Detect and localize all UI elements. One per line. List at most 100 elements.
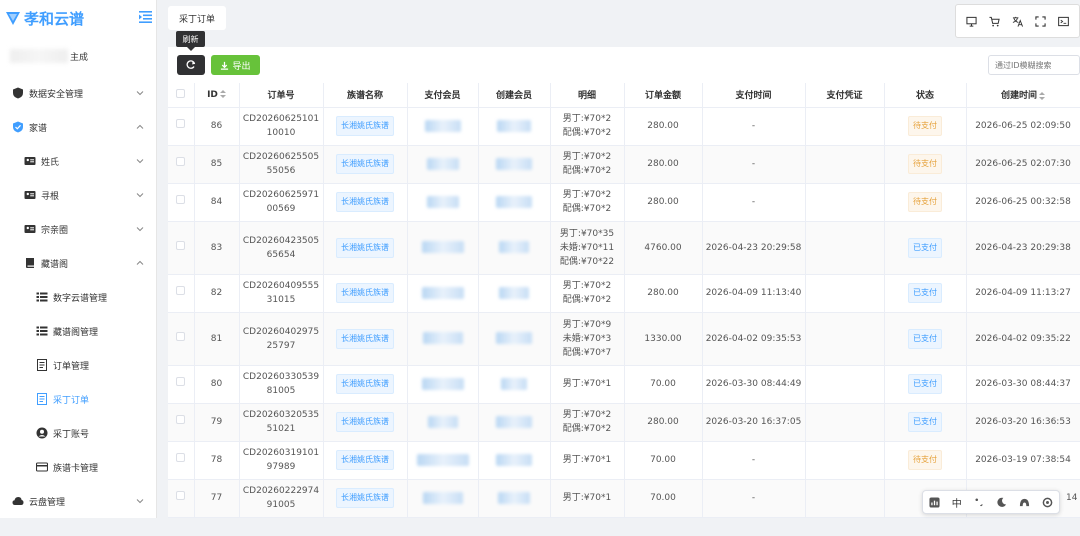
sidebar-item-0[interactable]: 数据安全管理 bbox=[0, 76, 156, 110]
pay-proof-cell bbox=[805, 365, 885, 404]
moon-icon[interactable] bbox=[996, 497, 1007, 508]
amount-cell: 70.00 bbox=[624, 441, 703, 480]
table-row[interactable]: 86 CD20260625101 10010 长湘姚氏族谱 男丁:¥70*2 配偶:¥70… bbox=[168, 107, 1080, 146]
export-button[interactable]: 导出 bbox=[211, 55, 260, 75]
header-genealogy: 族谱名称 bbox=[323, 83, 408, 108]
tab-active[interactable]: 采丁订单 bbox=[168, 6, 226, 30]
order-no-cell: CD20260423505 65654 bbox=[239, 221, 324, 275]
hat-icon[interactable] bbox=[1019, 497, 1030, 508]
sort-icon[interactable] bbox=[219, 90, 226, 99]
select-cell[interactable] bbox=[168, 107, 195, 146]
orders-table: ID 订单号 族谱名称 支付会员 创建会员 明细 订单金额 支付时间 支付凭证 … bbox=[168, 83, 1080, 518]
created-cell: 2026-06-25 02:09:50 bbox=[966, 107, 1080, 146]
sidebar-item-label: 数字云谱管理 bbox=[53, 293, 108, 304]
sidebar-item-8[interactable]: 订单管理 bbox=[0, 348, 156, 382]
table-row[interactable]: 78 CD20260319101 97989 长湘姚氏族谱 男丁:¥70*1 70.00-… bbox=[168, 441, 1080, 480]
status-cell: 待支付 bbox=[884, 441, 967, 480]
select-cell[interactable] bbox=[168, 365, 195, 404]
row-checkbox[interactable] bbox=[176, 240, 186, 250]
id-cell: 79 bbox=[194, 403, 240, 442]
header-created[interactable]: 创建时间 bbox=[966, 83, 1080, 108]
id-cell: 80 bbox=[194, 365, 240, 404]
select-cell[interactable] bbox=[168, 441, 195, 480]
status-badge: 待支付 bbox=[908, 116, 942, 136]
logo-row: 孝和云谱 bbox=[0, 0, 156, 36]
create-member-cell bbox=[478, 365, 551, 404]
detail-line: 配偶:¥70*22 bbox=[559, 256, 615, 267]
select-cell[interactable] bbox=[168, 274, 195, 313]
sidebar-item-7[interactable]: 藏谱阁管理 bbox=[0, 314, 156, 348]
sidebar-item-10[interactable]: 采丁账号 bbox=[0, 416, 156, 450]
row-checkbox[interactable] bbox=[176, 195, 186, 204]
status-cell: 已支付 bbox=[884, 365, 967, 404]
refresh-button[interactable] bbox=[177, 55, 205, 75]
order-no-line: CD20260409555 bbox=[242, 281, 320, 291]
detail-line: 未婚:¥70*3 bbox=[562, 333, 612, 344]
sidebar-item-3[interactable]: 寻根 bbox=[0, 178, 156, 212]
sidebar-item-1[interactable]: 家谱 bbox=[0, 110, 156, 144]
order-no-cell: CD20260402975 25797 bbox=[239, 312, 324, 366]
select-cell[interactable] bbox=[168, 312, 195, 366]
sidebar-item-6[interactable]: 数字云谱管理 bbox=[0, 280, 156, 314]
sidebar-item-label: 采丁账号 bbox=[53, 429, 90, 440]
pay-time-cell: 2026-03-30 08:44:49 bbox=[702, 365, 806, 404]
order-no-line: CD20260320535 bbox=[242, 410, 320, 420]
status-badge: 已支付 bbox=[908, 374, 942, 394]
table-row[interactable]: 85 CD20260625505 55056 长湘姚氏族谱 男丁:¥70*2 配偶:¥70… bbox=[168, 145, 1080, 184]
punctuation-icon[interactable] bbox=[974, 497, 985, 508]
translate-icon[interactable] bbox=[1012, 16, 1023, 27]
menu-collapse-icon[interactable] bbox=[139, 11, 152, 23]
genealogy-cell: 长湘姚氏族谱 bbox=[323, 145, 408, 184]
sidebar-item-2[interactable]: 姓氏 bbox=[0, 144, 156, 178]
table-row[interactable]: 80 CD20260330539 81005 长湘姚氏族谱 男丁:¥70*1 70.00 2… bbox=[168, 365, 1080, 404]
row-checkbox[interactable] bbox=[176, 491, 186, 500]
row-checkbox[interactable] bbox=[176, 415, 186, 424]
row-checkbox[interactable] bbox=[176, 286, 186, 295]
select-all-checkbox[interactable] bbox=[176, 88, 186, 98]
detail-line: 男丁:¥70*1 bbox=[562, 379, 612, 389]
search-input[interactable] bbox=[988, 55, 1080, 75]
table-row[interactable]: 79 CD20260320535 51021 长湘姚氏族谱 男丁:¥70*2 配偶:¥70… bbox=[168, 403, 1080, 442]
sort-icon[interactable] bbox=[1039, 91, 1045, 100]
amount-cell: 280.00 bbox=[624, 183, 703, 222]
sidebar-item-12[interactable]: 云盘管理 bbox=[0, 484, 156, 518]
select-cell[interactable] bbox=[168, 403, 195, 442]
row-checkbox[interactable] bbox=[176, 453, 186, 462]
table-row[interactable]: 84 CD20260625971 00569 长湘姚氏族谱 男丁:¥70*2 配偶:¥70… bbox=[168, 183, 1080, 222]
sidebar-item-9[interactable]: 采丁订单 bbox=[0, 382, 156, 416]
user-name: 主成 bbox=[0, 36, 156, 76]
terminal-icon[interactable] bbox=[1058, 16, 1069, 27]
id-card-icon bbox=[24, 157, 36, 165]
detail-line: 男丁:¥70*35 bbox=[559, 228, 615, 239]
select-cell[interactable] bbox=[168, 145, 195, 184]
select-cell[interactable] bbox=[168, 221, 195, 275]
pay-proof-cell bbox=[805, 312, 885, 366]
sidebar-item-5[interactable]: 藏谱阁 bbox=[0, 246, 156, 280]
pay-time-cell: 2026-04-02 09:35:53 bbox=[702, 312, 806, 366]
row-checkbox[interactable] bbox=[176, 157, 186, 166]
pay-member-redacted bbox=[421, 286, 464, 299]
select-cell[interactable] bbox=[168, 183, 195, 222]
sidebar-item-4[interactable]: 宗亲圈 bbox=[0, 212, 156, 246]
select-cell[interactable] bbox=[168, 479, 195, 518]
table-row[interactable]: 82 CD20260409555 31015 长湘姚氏族谱 男丁:¥70*2 配偶:¥70… bbox=[168, 274, 1080, 313]
table-row[interactable]: 81 CD20260402975 25797 长湘姚氏族谱 男丁:¥70*9 未婚:¥70… bbox=[168, 312, 1080, 366]
pay-proof-cell bbox=[805, 479, 885, 518]
row-checkbox[interactable] bbox=[176, 119, 186, 128]
header-select-cell[interactable] bbox=[168, 83, 195, 108]
amount-cell: 70.00 bbox=[624, 365, 703, 404]
cart-icon[interactable] bbox=[989, 16, 1000, 27]
settings-icon[interactable] bbox=[1042, 497, 1053, 508]
keyboard-icon[interactable] bbox=[929, 496, 940, 508]
language-toggle[interactable]: 中 bbox=[952, 495, 962, 510]
order-no-line: 55056 bbox=[266, 166, 296, 176]
row-checkbox[interactable] bbox=[176, 331, 186, 341]
monitor-icon[interactable] bbox=[966, 16, 977, 27]
header-id[interactable]: ID bbox=[194, 83, 240, 108]
sidebar-item-11[interactable]: 族谱卡管理 bbox=[0, 450, 156, 484]
created-cell: 2026-03-19 07:38:54 bbox=[966, 441, 1080, 480]
sidebar-item-label: 寻根 bbox=[41, 191, 60, 202]
row-checkbox[interactable] bbox=[176, 377, 186, 386]
table-row[interactable]: 83 CD20260423505 65654 长湘姚氏族谱 男丁:¥70*35 未婚:¥7… bbox=[168, 221, 1080, 275]
fullscreen-icon[interactable] bbox=[1035, 15, 1046, 27]
